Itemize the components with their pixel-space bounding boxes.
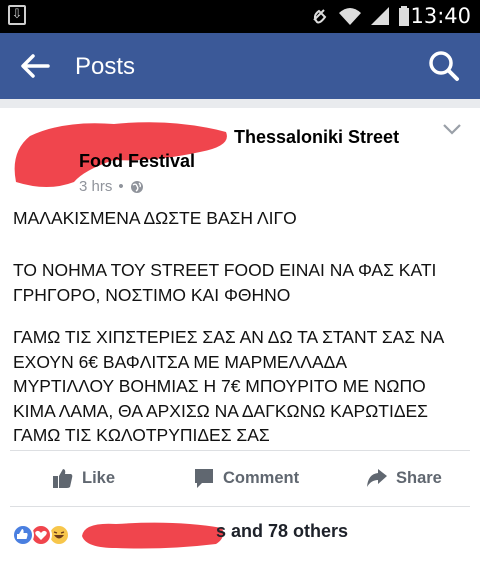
post-timestamp[interactable]: 3 hrs [79, 178, 112, 195]
comment-button[interactable]: Comment [193, 463, 299, 493]
like-label: Like [82, 468, 116, 487]
alarm-mute-icon [313, 9, 327, 24]
post-text-line: ΕΧΟΥΝ 6€ ΒΑΦΛΙΤΣΑ ΜΕ ΜΑΡΜΕΛΛΑΔΑ [13, 351, 348, 372]
reactions-summary[interactable] [12, 520, 70, 550]
search-icon[interactable] [428, 50, 460, 82]
wifi-icon [339, 8, 361, 25]
status-icons [310, 5, 410, 27]
post-card: Thessaloniki Street Food Festival 3 hrs … [0, 108, 480, 564]
redaction-mark [82, 522, 224, 549]
post-text-line: ΜΥΡΤΙΛΛΟΥ ΒΟΗΜΙΑΣ Η 7€ ΜΠΟΥΡΙΤΟ ΜΕ ΝΩΠΟ [13, 376, 426, 396]
like-button[interactable]: Like [52, 463, 115, 493]
download-icon: ⇩ [8, 5, 26, 25]
battery-icon [399, 6, 409, 26]
post-text-paragraph: ΓΑΜΩ ΤΙΣ ΧΙΠΣΤΕΡΙΕΣ ΣΑΣ ΑΝ ΔΩ ΤΑ ΣΤΑΝΤ Σ… [13, 325, 473, 448]
app-bar: Posts [0, 33, 480, 99]
reactions-count[interactable]: s and 78 others [216, 521, 348, 542]
post-meta: 3 hrs • [79, 178, 144, 195]
post-author-name[interactable]: Thessaloniki Street [234, 127, 399, 148]
status-time: 13:40 [410, 4, 471, 28]
page-title: Posts [75, 53, 136, 80]
post-text-line: ΤΟ ΝΟΗΜΑ ΤΟΥ STREET FOOD ΕΙΝΑΙ ΝΑ ΦΑΣ ΚΑ… [13, 260, 437, 280]
divider [10, 506, 470, 507]
separator-dot: • [118, 178, 124, 195]
like-reaction-icon [12, 524, 34, 546]
chevron-down-icon[interactable] [441, 122, 463, 136]
post-text-paragraph: ΜΑΛΑΚΙΣΜΕΝΑ ΔΩΣΤΕ ΒΑΣΗ ΛΙΓΟ [13, 206, 473, 231]
post-text-line: ΓΑΜΩ ΤΙΣ ΧΙΠΣΤΕΡΙΕΣ ΣΑΣ ΑΝ ΔΩ ΤΑ ΣΤΑΝΤ Σ… [13, 327, 445, 347]
comment-icon [195, 469, 213, 488]
post-text-line: ΓΑΜΩ ΤΙΣ ΚΩΛΟΤΡΥΠΙΔΕΣ ΣΑΣ [13, 425, 270, 445]
share-button[interactable]: Share [366, 463, 442, 493]
share-icon [367, 469, 387, 487]
comment-label: Comment [223, 468, 300, 487]
signal-icon [371, 7, 389, 25]
globe-icon [130, 180, 143, 193]
post-text-line: ΓΡΗΓΟΡΟ, ΝΟΣΤΙΜΟ ΚΑΙ ΦΘΗΝΟ [13, 284, 291, 305]
post-text-line: ΚΙΜΑ ΛΑΜΑ, ΘΑ ΑΡΧΙΣΩ ΝΑ ΔΑΓΚΩΝΩ ΚΑΡΩΤΙΔΕ… [13, 400, 429, 421]
post-text-line: ΜΑΛΑΚΙΣΜΕΝΑ ΔΩΣΤΕ ΒΑΣΗ ΛΙΓΟ [13, 208, 297, 228]
back-arrow-icon[interactable] [20, 52, 50, 80]
divider [10, 450, 470, 451]
thumbs-up-icon [53, 469, 73, 488]
share-label: Share [396, 468, 442, 487]
status-bar: ⇩ 13:40 [0, 0, 480, 33]
post-author-name-line2[interactable]: Food Festival [79, 151, 195, 172]
post-text-paragraph: ΤΟ ΝΟΗΜΑ ΤΟΥ STREET FOOD ΕΙΝΑΙ ΝΑ ΦΑΣ ΚΑ… [13, 258, 473, 307]
